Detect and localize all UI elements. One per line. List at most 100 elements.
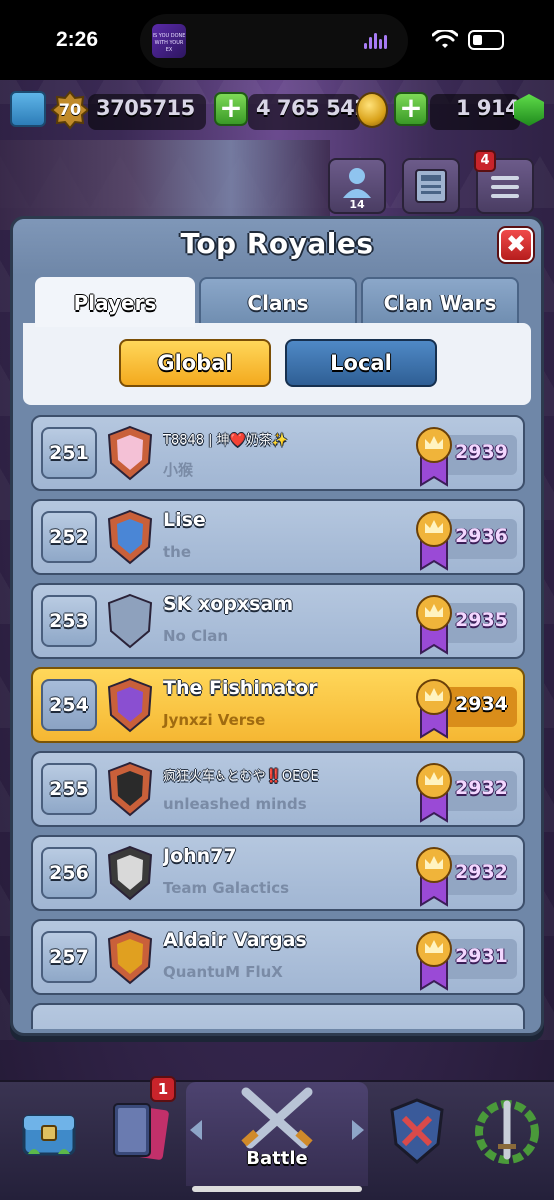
status-time: 2:26 bbox=[56, 28, 99, 51]
rank-number: 255 bbox=[41, 763, 97, 815]
player-name: 疯狂火车♿とむや‼️OEOE bbox=[163, 769, 319, 784]
cards-notification-badge: 1 bbox=[150, 1076, 176, 1102]
tab-players[interactable]: Players bbox=[35, 277, 195, 327]
clan-badge-icon bbox=[107, 677, 153, 733]
player-row[interactable]: 253 SK xopxsam No Clan 2935 bbox=[31, 583, 525, 659]
nav-shop[interactable] bbox=[4, 1086, 94, 1176]
crown-ribbon-icon bbox=[416, 931, 452, 991]
tab-clan-wars[interactable]: Clan Wars bbox=[361, 277, 519, 327]
rank-number: 254 bbox=[41, 679, 97, 731]
trophy-value: 2931 bbox=[455, 945, 508, 967]
player-row[interactable]: 257 Aldair Vargas QuantuM FluX 2931 bbox=[31, 919, 525, 995]
player-row[interactable]: 252 Lise the 2936 bbox=[31, 499, 525, 575]
player-row-partial[interactable] bbox=[31, 1003, 525, 1029]
trophy-value: 2939 bbox=[455, 441, 508, 463]
battle-label: Battle bbox=[246, 1148, 308, 1169]
clan-shield-icon bbox=[390, 1098, 444, 1164]
resource-bar: 70 3705715 + 4 765 542 + 1 914 bbox=[0, 88, 554, 136]
leaderboard-list[interactable]: 251 T8848 | 坤❤️奶茶✨ 小猴 2939 252 Lise the … bbox=[23, 409, 531, 1029]
crown-ribbon-icon bbox=[416, 427, 452, 487]
trophy-value: 2935 bbox=[455, 609, 508, 631]
rank-number: 251 bbox=[41, 427, 97, 479]
tab-clans[interactable]: Clans bbox=[199, 277, 357, 327]
local-filter-button[interactable]: Local bbox=[285, 339, 437, 387]
crown-ribbon-icon bbox=[416, 511, 452, 571]
tab-players-label: Players bbox=[73, 291, 157, 315]
player-row[interactable]: 255 疯狂火车♿とむや‼️OEOE unleashed minds 2932 bbox=[31, 751, 525, 827]
svg-text:14: 14 bbox=[349, 198, 365, 211]
clan-name: the bbox=[163, 543, 192, 561]
trophy-count: 3705715 bbox=[96, 96, 195, 120]
nav-events[interactable] bbox=[462, 1086, 552, 1176]
clan-badge-icon bbox=[107, 509, 153, 565]
trophy-value: 2936 bbox=[455, 525, 508, 547]
add-gems-button[interactable]: + bbox=[394, 92, 428, 126]
clan-name: QuantuM FluX bbox=[163, 963, 283, 981]
modal-title: Top Royales bbox=[180, 227, 374, 260]
friends-icon: 14 bbox=[343, 168, 371, 211]
modal-header: Top Royales ✖ bbox=[13, 219, 541, 275]
clan-name: Jynxzi Verse bbox=[163, 711, 266, 729]
king-level-text: 70 bbox=[58, 100, 82, 119]
trophy-value: 2932 bbox=[455, 777, 508, 799]
player-name: The Fishinator bbox=[163, 677, 318, 699]
friends-button[interactable]: 14 bbox=[328, 158, 386, 214]
clan-badge-icon bbox=[107, 929, 153, 985]
menu-notification-badge: 4 bbox=[474, 150, 496, 172]
crown-ribbon-icon bbox=[416, 679, 452, 739]
nav-right-arrow-icon[interactable] bbox=[352, 1120, 364, 1140]
add-gold-button[interactable]: + bbox=[214, 92, 248, 126]
dynamic-island[interactable]: IS YOU DONE WITH YOUR EX bbox=[140, 14, 408, 68]
clan-name: No Clan bbox=[163, 627, 229, 645]
trophy-value: 2932 bbox=[455, 861, 508, 883]
gem-count: 1 914 bbox=[456, 96, 520, 120]
nav-left-arrow-icon[interactable] bbox=[190, 1120, 202, 1140]
tab-clan-wars-label: Clan Wars bbox=[383, 291, 497, 315]
player-row[interactable]: 256 John77 Team Galactics 2932 bbox=[31, 835, 525, 911]
gold-count: 4 765 542 bbox=[256, 96, 369, 120]
nav-clan[interactable] bbox=[372, 1086, 462, 1176]
player-name: Aldair Vargas bbox=[163, 929, 307, 951]
player-row[interactable]: 251 T8848 | 坤❤️奶茶✨ 小猴 2939 bbox=[31, 415, 525, 491]
battery-icon bbox=[468, 30, 504, 50]
audio-waveform-icon bbox=[364, 33, 390, 49]
clan-badge-icon bbox=[107, 845, 153, 901]
global-filter-button[interactable]: Global bbox=[119, 339, 271, 387]
clan-name: unleashed minds bbox=[163, 795, 307, 813]
player-name: John77 bbox=[163, 845, 237, 867]
trophy-value: 2934 bbox=[455, 693, 508, 715]
home-indicator bbox=[192, 1186, 362, 1192]
now-playing-artwork: IS YOU DONE WITH YOUR EX bbox=[152, 24, 186, 58]
nav-battle[interactable]: Battle bbox=[186, 1082, 368, 1186]
player-name: T8848 | 坤❤️奶茶✨ bbox=[163, 433, 289, 448]
clan-name: 小猴 bbox=[163, 461, 194, 479]
top-royales-modal: Top Royales ✖ Players Clans Clan Wars Gl… bbox=[10, 216, 544, 1036]
wifi-icon bbox=[432, 30, 458, 48]
tab-clans-label: Clans bbox=[247, 291, 309, 315]
close-button[interactable]: ✖ bbox=[499, 228, 533, 262]
gold-coin-icon bbox=[356, 92, 388, 128]
player-name: SK xopxsam bbox=[163, 593, 294, 615]
clan-name: Team Galactics bbox=[163, 879, 290, 897]
news-button[interactable] bbox=[402, 158, 460, 214]
status-bar: 2:26 IS YOU DONE WITH YOUR EX bbox=[0, 0, 554, 80]
filter-panel: Global Local bbox=[23, 323, 531, 405]
clan-badge-icon bbox=[107, 761, 153, 817]
rank-number: 256 bbox=[41, 847, 97, 899]
bottom-nav: Battle bbox=[0, 1080, 554, 1200]
crown-ribbon-icon bbox=[416, 595, 452, 655]
clan-badge-icon bbox=[107, 593, 153, 649]
rank-number: 252 bbox=[41, 511, 97, 563]
rank-number: 257 bbox=[41, 931, 97, 983]
rank-number: 253 bbox=[41, 595, 97, 647]
player-name: Lise bbox=[163, 509, 206, 531]
crown-ribbon-icon bbox=[416, 763, 452, 823]
clan-badge-icon bbox=[107, 425, 153, 481]
player-row-self[interactable]: 254 The Fishinator Jynxzi Verse 2934 bbox=[31, 667, 525, 743]
laurel-sword-icon bbox=[475, 1100, 539, 1164]
shop-chest-icon bbox=[22, 1114, 76, 1156]
trophy-road-icon[interactable] bbox=[10, 91, 46, 127]
crown-ribbon-icon bbox=[416, 847, 452, 907]
news-icon bbox=[415, 169, 447, 203]
crossed-swords-icon bbox=[241, 1087, 313, 1149]
